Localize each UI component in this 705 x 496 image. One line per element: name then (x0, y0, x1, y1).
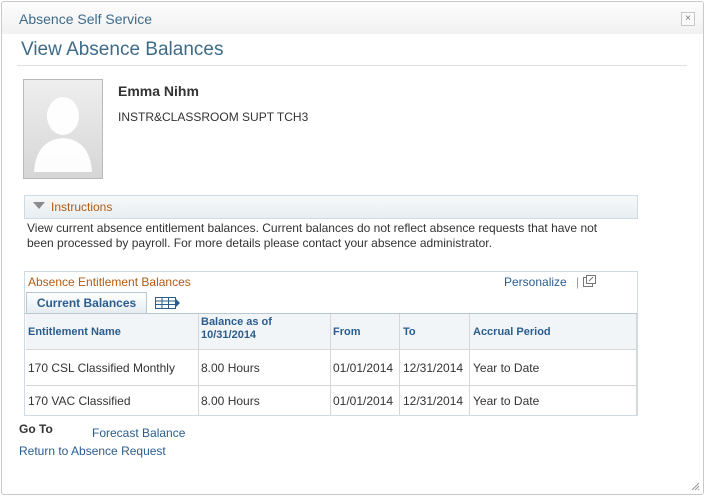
table-cell: Year to Date (473, 361, 540, 375)
collapse-triangle-icon (33, 202, 45, 209)
column-header-to: To (403, 326, 416, 338)
grid-title: Absence Entitlement Balances (28, 275, 191, 289)
column-header-accrual-period: Accrual Period (473, 326, 551, 338)
employee-job-title: INSTR&CLASSROOM SUPT TCH3 (118, 110, 309, 124)
row-divider (26, 385, 636, 386)
person-silhouette-icon (23, 79, 103, 179)
table-cell: 12/31/2014 (403, 361, 464, 375)
close-icon[interactable]: × (681, 12, 695, 26)
table-cell: 170 VAC Classified (28, 394, 131, 408)
window-title: Absence Self Service (19, 11, 153, 27)
table-cell: 170 CSL Classified Monthly (28, 361, 175, 375)
table-cell: 01/01/2014 (333, 361, 394, 375)
resize-handle-icon[interactable] (690, 481, 700, 491)
instructions-collapsible-header[interactable]: Instructions (24, 195, 638, 219)
table-cell: 01/01/2014 (333, 394, 394, 408)
page-title: View Absence Balances (21, 39, 224, 60)
window-titlebar: Absence Self Service × (2, 2, 703, 34)
column-divider (636, 314, 637, 415)
column-divider (399, 314, 400, 415)
column-header-from: From (333, 326, 361, 338)
column-divider (198, 314, 199, 415)
column-header-balance: Balance as of 10/31/2014 (201, 316, 272, 341)
forecast-balance-link[interactable]: Forecast Balance (92, 426, 185, 440)
new-window-icon[interactable] (583, 275, 596, 287)
table-cell: 8.00 Hours (201, 361, 260, 375)
column-divider (330, 314, 331, 415)
column-header-entitlement-name: Entitlement Name (28, 326, 121, 338)
instructions-label: Instructions (51, 200, 113, 214)
table-cell: 12/31/2014 (403, 394, 464, 408)
tab-current-balances[interactable]: Current Balances (26, 292, 147, 314)
personalize-link[interactable]: Personalize (504, 275, 567, 289)
show-all-columns-icon[interactable] (155, 297, 181, 309)
separator: | (576, 275, 580, 289)
go-to-label: Go To (19, 422, 53, 436)
instructions-text: View current absence entitlement balance… (27, 221, 598, 250)
table-cell: Year to Date (473, 394, 540, 408)
employee-name: Emma Nihm (118, 83, 199, 99)
table-cell: 8.00 Hours (201, 394, 260, 408)
absence-self-service-window: Absence Self Service × View Absence Bala… (1, 1, 704, 495)
absence-entitlement-grid: Absence Entitlement Balances Personalize… (24, 271, 638, 416)
title-divider (17, 65, 687, 66)
return-to-absence-request-link[interactable]: Return to Absence Request (19, 444, 166, 458)
column-divider (469, 314, 470, 415)
